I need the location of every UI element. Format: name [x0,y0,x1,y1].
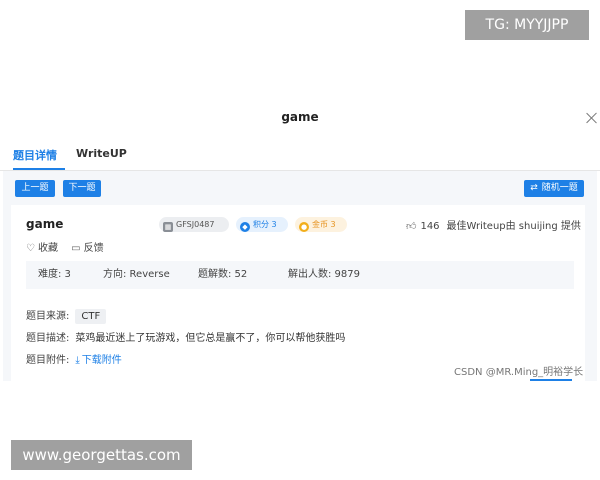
tab-writeup[interactable]: WriteUP [76,147,127,160]
shuffle-icon: ⇄ [530,183,538,193]
chat-icon: ▭ [71,243,81,254]
active-tab-indicator [13,168,65,170]
source-label: 题目来源: [26,311,70,322]
direction-stat: 方向: Reverse [103,269,170,280]
random-challenge-button[interactable]: ⇄ 随机一题 [524,180,584,197]
challenge-id-badge: ▦ GFSJ0487 [159,217,229,232]
thumb-up-icon[interactable]: 👍︎ [406,220,416,232]
modal-title: game [281,110,319,124]
points-icon: ◆ [240,222,250,232]
challenge-card: game ▦ GFSJ0487 ◆ 积分 3 ● 金币 3 👍︎ 146 最佳Writeu… [11,205,585,381]
source-tag: CTF [75,309,107,324]
tab-challenge-details[interactable]: 题目详情 [13,147,57,163]
partial-button[interactable] [530,379,572,381]
challenge-name: game [26,217,64,231]
challenge-stats: 难度: 3 方向: Reverse 题解数: 52 解出人数: 9879 [26,261,574,289]
download-label: 下载附件 [81,355,122,366]
feedback-label: 反馈 [83,243,104,254]
description-row: 题目描述: 菜鸡最近迷上了玩游戏，但它总是赢不了，你可以帮他获胜吗 [26,329,345,344]
favorite-label: 收藏 [37,243,58,254]
previous-challenge-button[interactable]: 上一题 [15,180,55,197]
likes-count: 146 [420,221,440,232]
watermark-tg: TG: MYYJJPP [465,10,589,40]
watermark-site: www.georgettas.com [11,440,192,470]
id-icon: ▦ [163,222,173,232]
best-writeup-text[interactable]: 最佳Writeup由 shuijing 提供 [447,221,581,232]
favorite-button[interactable]: ♡ 收藏 [26,239,58,254]
attachment-label: 题目附件: [26,355,70,366]
likes-area: 👍︎ 146 最佳Writeup由 shuijing 提供 [406,217,581,232]
csdn-watermark: CSDN @MR.Ming_明裕学长 [454,367,584,378]
challenge-id: GFSJ0487 [176,220,215,229]
gold-value: 金币 3 [312,220,336,229]
heart-icon: ♡ [26,243,35,254]
tab-bar: 题目详情 WriteUP [0,145,600,171]
difficulty-stat: 难度: 3 [38,269,71,280]
next-challenge-button[interactable]: 下一题 [63,180,101,197]
download-attachment-link[interactable]: ⤓ 下载附件 [75,355,121,366]
challenge-actions: ♡ 收藏 ▭ 反馈 [26,239,114,254]
feedback-button[interactable]: ▭ 反馈 [71,239,103,254]
solutions-stat: 题解数: 52 [198,269,248,280]
description-label: 题目描述: [26,333,70,344]
points-badge: ◆ 积分 3 [236,217,288,232]
attachment-row: 题目附件: ⤓ 下载附件 [26,351,122,366]
close-icon[interactable] [585,111,599,125]
challenge-panel: 上一题 下一题 ⇄ 随机一题 game ▦ GFSJ0487 ◆ 积分 3 ● 金币 3… [3,171,597,381]
description-text: 菜鸡最近迷上了玩游戏，但它总是赢不了，你可以帮他获胜吗 [75,333,346,344]
download-icon: ⤓ [75,355,80,366]
random-challenge-label: 随机一题 [541,183,578,193]
coin-icon: ● [299,222,309,232]
gold-badge: ● 金币 3 [295,217,347,232]
points-value: 积分 3 [253,220,277,229]
solvers-stat: 解出人数: 9879 [288,269,360,280]
source-row: 题目来源: CTF [26,307,107,324]
